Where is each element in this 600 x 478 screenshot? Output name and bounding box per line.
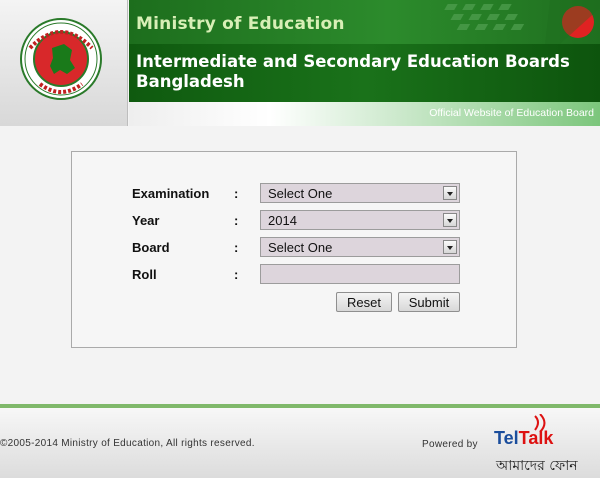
official-website-label: Official Website of Education Board [429,107,594,119]
brand-part-2: Talk [518,428,554,448]
result-form-panel: Examination : Select One Year : 2014 Boa… [71,151,517,348]
site-header: Ministry of Education Intermediate and S… [0,0,600,126]
header-banner: Ministry of Education Intermediate and S… [129,0,600,126]
site-footer: ©2005-2014 Ministry of Education, All ri… [0,408,600,478]
dropdown-arrow-icon[interactable] [443,186,457,200]
dropdown-arrow-icon[interactable] [443,240,457,254]
examination-select-value: Select One [268,186,333,201]
examination-label: Examination [132,186,210,201]
board-select-value: Select One [268,240,333,255]
powered-by-label: Powered by [422,439,478,450]
dropdown-arrow-icon[interactable] [443,213,457,227]
board-title: Intermediate and Secondary Education Boa… [136,52,570,71]
logo-area [0,0,128,126]
copyright-text: ©2005-2014 Ministry of Education, All ri… [0,438,255,449]
year-select-value: 2014 [268,213,297,228]
roll-label: Roll [132,267,157,282]
brand-part-1: Tel [494,428,519,448]
board-label: Board [132,240,170,255]
roll-input[interactable] [260,264,460,284]
year-colon: : [234,213,239,228]
year-label: Year [132,213,160,228]
teletalk-logo[interactable]: TelTalk আমাদের ফোন [494,414,598,474]
examination-select[interactable]: Select One [260,183,460,203]
board-select[interactable]: Select One [260,237,460,257]
roll-row: Roll : [132,264,462,286]
teletalk-name: TelTalk [494,428,553,449]
country-title: Bangladesh [136,72,245,91]
board-colon: : [234,240,239,255]
year-row: Year : 2014 [132,210,462,232]
flag-decoration-icon [444,0,600,44]
ministry-title: Ministry of Education [136,14,345,34]
examination-colon: : [234,186,239,201]
reset-button[interactable]: Reset [336,292,392,312]
roll-colon: : [234,267,239,282]
government-seal-icon [20,18,102,100]
submit-button[interactable]: Submit [398,292,460,312]
examination-row: Examination : Select One [132,183,462,205]
board-row: Board : Select One [132,237,462,259]
year-select[interactable]: 2014 [260,210,460,230]
teletalk-tagline: আমাদের ফোন [496,458,578,474]
